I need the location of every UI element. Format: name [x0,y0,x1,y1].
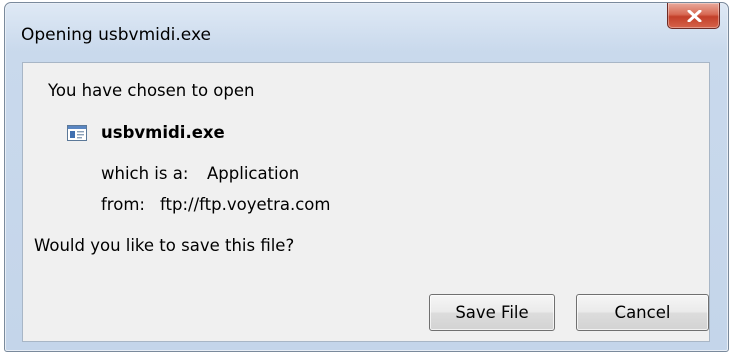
download-dialog-window: Opening usbvmidi.exe You have chosen to … [4,2,729,352]
close-icon [687,10,702,22]
save-question: Would you like to save this file? [34,236,295,255]
cancel-button[interactable]: Cancel [576,294,709,331]
file-name: usbvmidi.exe [101,123,225,142]
file-type-value: Application [207,164,300,183]
application-file-icon [67,125,87,141]
file-type-label: which is a: [101,164,189,183]
save-file-button[interactable]: Save File [429,294,555,331]
file-source-value: ftp://ftp.voyetra.com [160,195,331,214]
window-title: Opening usbvmidi.exe [21,25,211,45]
intro-text: You have chosen to open [48,81,255,100]
dialog-body: You have chosen to open usbvmidi.exe whi… [22,62,710,342]
close-button[interactable] [667,3,720,29]
title-bar[interactable]: Opening usbvmidi.exe [5,3,728,45]
file-source-label: from: [101,195,145,214]
